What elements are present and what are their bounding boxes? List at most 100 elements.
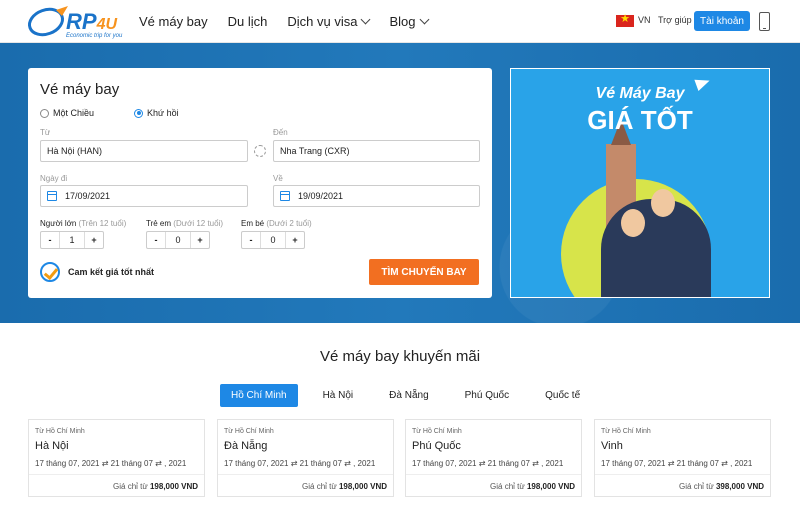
one-way-label[interactable]: Một Chiều: [53, 108, 94, 118]
main-nav: Vé máy bay Du lịch Dịch vụ visa Blog: [139, 0, 448, 43]
logo[interactable]: RP4U Economic trip for you: [26, 4, 126, 40]
nav-tours[interactable]: Du lịch: [228, 14, 268, 29]
divider: [406, 474, 581, 475]
adults-plus-button[interactable]: +: [85, 232, 103, 248]
traveler-face: [651, 189, 675, 217]
deal-price: Giá chỉ từ 198,000 VND: [302, 482, 387, 491]
tab-phu-quoc[interactable]: Phú Quốc: [454, 384, 520, 407]
from-label: Từ: [40, 128, 51, 137]
traveler-face: [621, 209, 645, 237]
depart-label: Ngày đi: [40, 174, 68, 183]
depart-date-field[interactable]: 17/09/2021: [40, 185, 248, 207]
nav-visa[interactable]: Dịch vụ visa: [287, 14, 371, 29]
mobile-phone-icon[interactable]: [759, 12, 770, 31]
deal-price-value: 398,000 VND: [715, 482, 764, 491]
language-selector[interactable]: VN: [638, 15, 651, 25]
nav-flights[interactable]: Vé máy bay: [139, 14, 208, 29]
deal-price-prefix: Giá chỉ từ: [113, 482, 148, 491]
children-sub-label: (Dưới 12 tuổi): [173, 219, 224, 228]
round-trip-radio[interactable]: [134, 108, 144, 118]
calendar-icon: [47, 191, 57, 201]
one-way-radio[interactable]: [40, 108, 49, 118]
checkmark-badge-icon: [40, 262, 60, 282]
deal-dates: 17 tháng 07, 2021 ⇄ 21 tháng 07 ⇄ , 2021: [412, 459, 564, 468]
tab-ha-noi[interactable]: Hà Nội: [312, 384, 365, 407]
deal-dates: 17 tháng 07, 2021 ⇄ 21 tháng 07 ⇄ , 2021: [601, 459, 753, 468]
deal-price: Giá chỉ từ 398,000 VND: [679, 482, 764, 491]
infants-minus-button[interactable]: -: [242, 232, 260, 248]
deal-card[interactable]: Từ Hồ Chí Minh Đà Nẵng 17 tháng 07, 2021…: [217, 419, 394, 497]
site-header: RP4U Economic trip for you Vé máy bay Du…: [0, 0, 800, 43]
children-minus-button[interactable]: -: [147, 232, 165, 248]
logo-accent: 4U: [96, 16, 118, 33]
return-label: Về: [273, 174, 283, 183]
depart-value: 17/09/2021: [65, 191, 111, 201]
adults-minus-button[interactable]: -: [41, 232, 59, 248]
from-field[interactable]: Hà Nội (HAN): [40, 140, 248, 162]
deal-origin: Từ Hồ Chí Minh: [601, 428, 651, 435]
nav-blog[interactable]: Blog: [389, 14, 429, 29]
children-label: Trẻ em (Dưới 12 tuổi): [146, 219, 223, 228]
tab-da-nang[interactable]: Đà Nẵng: [378, 384, 439, 407]
deal-card[interactable]: Từ Hồ Chí Minh Hà Nội 17 tháng 07, 2021 …: [28, 419, 205, 497]
deal-price-prefix: Giá chỉ từ: [490, 482, 525, 491]
tab-ho-chi-minh[interactable]: Hồ Chí Minh: [220, 384, 298, 407]
divider: [29, 474, 204, 475]
deal-price-value: 198,000 VND: [338, 482, 387, 491]
logo-swoosh-icon: [28, 6, 68, 37]
help-link[interactable]: Trợ giúp: [658, 15, 692, 25]
nav-visa-label: Dịch vụ visa: [287, 14, 358, 29]
search-title: Vé máy bay: [40, 81, 120, 98]
deal-card[interactable]: Từ Hồ Chí Minh Phú Quốc 17 tháng 07, 202…: [405, 419, 582, 497]
trip-type-selector: Một Chiều Khứ hồi: [40, 108, 219, 118]
nav-tours-label: Du lịch: [227, 14, 268, 29]
return-date-field[interactable]: 19/09/2021: [273, 185, 480, 207]
logo-tagline: Economic trip for you: [66, 33, 123, 39]
deal-destination: Hà Nội: [35, 440, 69, 452]
deal-price: Giá chỉ từ 198,000 VND: [490, 482, 575, 491]
adults-stepper: - 1 +: [40, 231, 104, 249]
deal-card[interactable]: Từ Hồ Chí Minh Vinh 17 tháng 07, 2021 ⇄ …: [594, 419, 771, 497]
round-trip-label[interactable]: Khứ hồi: [147, 108, 179, 118]
adults-label: Người lớn (Trên 12 tuổi): [40, 219, 126, 228]
deal-destination: Phú Quốc: [412, 440, 461, 452]
tab-international[interactable]: Quốc tế: [534, 384, 591, 407]
deal-origin: Từ Hồ Chí Minh: [35, 428, 85, 435]
best-price-guarantee: Cam kết giá tốt nhất: [68, 267, 155, 277]
divider: [595, 474, 770, 475]
infants-label: Em bé (Dưới 2 tuổi): [241, 219, 312, 228]
children-plus-button[interactable]: +: [191, 232, 209, 248]
nav-flights-label: Vé máy bay: [139, 14, 208, 29]
deal-dates: 17 tháng 07, 2021 ⇄ 21 tháng 07 ⇄ , 2021: [224, 459, 376, 468]
infants-sub-label: (Dưới 2 tuổi): [266, 219, 312, 228]
adults-value[interactable]: 1: [59, 232, 85, 248]
to-label: Đến: [273, 128, 288, 137]
deal-destination: Đà Nẵng: [224, 440, 268, 452]
account-button[interactable]: Tài khoản: [694, 11, 750, 31]
children-label-text: Trẻ em: [146, 219, 172, 228]
banner-title: Vé Máy Bay: [595, 85, 685, 102]
search-flights-button[interactable]: TÌM CHUYẾN BAY: [369, 259, 479, 285]
deal-origin: Từ Hồ Chí Minh: [412, 428, 462, 435]
vietnam-flag-icon[interactable]: ★: [616, 13, 634, 27]
promo-banner[interactable]: Vé Máy Bay GIÁ TỐT: [510, 68, 770, 298]
to-field[interactable]: Nha Trang (CXR): [273, 140, 480, 162]
deal-origin: Từ Hồ Chí Minh: [224, 428, 274, 435]
origin-tabs: Hồ Chí Minh Hà Nội Đà Nẵng Phú Quốc Quốc…: [220, 384, 605, 407]
deal-price: Giá chỉ từ 198,000 VND: [113, 482, 198, 491]
adults-label-text: Người lớn: [40, 219, 77, 228]
infants-stepper: - 0 +: [241, 231, 305, 249]
deal-price-value: 198,000 VND: [526, 482, 575, 491]
children-value[interactable]: 0: [165, 232, 191, 248]
deal-price-value: 198,000 VND: [149, 482, 198, 491]
calendar-icon: [280, 191, 290, 201]
children-stepper: - 0 +: [146, 231, 210, 249]
infants-label-text: Em bé: [241, 219, 265, 228]
infants-plus-button[interactable]: +: [286, 232, 304, 248]
adults-sub-label: (Trên 12 tuổi): [78, 219, 127, 228]
deal-price-prefix: Giá chỉ từ: [302, 482, 337, 491]
logo-text: RP: [66, 9, 97, 34]
infants-value[interactable]: 0: [260, 232, 286, 248]
swap-icon[interactable]: [254, 145, 266, 157]
nav-blog-label: Blog: [389, 14, 416, 29]
